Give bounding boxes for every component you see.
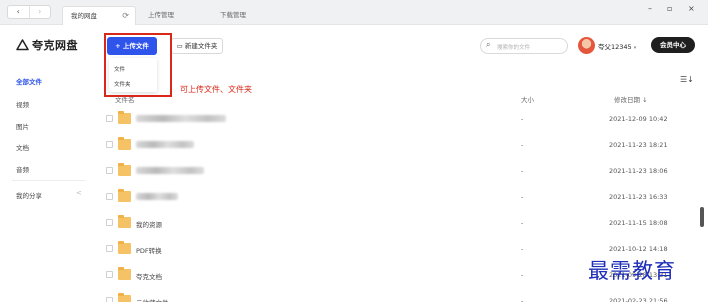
app-logo: 夸克网盘 (16, 37, 78, 53)
file-size: - (521, 245, 524, 253)
folder-icon (118, 241, 131, 254)
table-row[interactable]: - 2021-12-09 10:42 (104, 106, 698, 132)
row-checkbox[interactable] (106, 271, 113, 278)
watermark: 最需教育 (588, 259, 676, 283)
row-checkbox[interactable] (106, 193, 113, 200)
row-checkbox[interactable] (106, 115, 113, 122)
vip-center-button[interactable]: 会员中心 (651, 37, 695, 53)
folder-icon (118, 267, 131, 280)
row-checkbox[interactable] (106, 219, 113, 226)
tab-label: 上传管理 (148, 11, 174, 19)
title-bar: ‹ › 我的网盘 ⟳ 上传管理 下载管理 – ▫ × (0, 0, 708, 25)
tab-upload-manager[interactable]: 上传管理 (140, 6, 210, 25)
folder-outline-icon: ▭ (176, 42, 183, 50)
table-row[interactable]: 我的资源 - 2021-11-15 18:08 (104, 210, 698, 236)
username-text: 夸父12345 (598, 43, 632, 51)
file-modified-date: 2021-11-23 18:06 (609, 167, 668, 175)
new-folder-button[interactable]: ▭ 新建文件夹 (171, 38, 223, 54)
maximize-button[interactable]: ▫ (667, 4, 672, 13)
sort-icon[interactable]: ☰↓ (680, 75, 694, 84)
row-checkbox[interactable] (106, 141, 113, 148)
folder-icon (118, 189, 131, 202)
minimize-button[interactable]: – (648, 4, 652, 13)
new-folder-label: 新建文件夹 (184, 42, 218, 50)
file-name[interactable]: 我的资源 (136, 219, 162, 229)
column-header-date[interactable]: 修改日期 ↓ (614, 94, 648, 104)
file-modified-date: 2021-12-09 10:42 (609, 115, 668, 123)
cloud-logo-icon (16, 39, 29, 51)
annotation-highlight-box (104, 33, 172, 97)
table-row[interactable]: - 2021-11-23 18:06 (104, 158, 698, 184)
app-name: 夸克网盘 (32, 39, 78, 52)
sort-arrow-icon: ↓ (642, 96, 648, 104)
column-header-name[interactable]: 文件名 (115, 94, 135, 104)
search-placeholder: 搜索你的文件 (497, 45, 531, 51)
row-checkbox[interactable] (106, 245, 113, 252)
sidebar-item-all-files[interactable]: 全部文件 (16, 76, 42, 86)
sidebar-item-images[interactable]: 图片 (16, 121, 29, 131)
search-box[interactable]: ⌕ 搜索你的文件 (480, 38, 568, 54)
chevron-down-icon: ▾ (633, 45, 637, 51)
file-modified-date: 2021-11-15 18:08 (609, 219, 668, 227)
tab-download-manager[interactable]: 下载管理 (212, 6, 286, 25)
sidebar-item-my-shares[interactable]: 我的分享 (16, 190, 42, 200)
sidebar-item-audio[interactable]: 音频 (16, 164, 29, 174)
file-modified-date: 2021-10-12 14:18 (609, 245, 668, 253)
avatar[interactable] (578, 37, 595, 54)
sidebar-divider (12, 180, 86, 181)
table-row[interactable]: 云收藏文件 - 2021-02-23 21:56 (104, 288, 698, 302)
file-size: - (521, 219, 524, 227)
table-row[interactable]: - 2021-11-23 18:21 (104, 132, 698, 158)
annotation-text: 可上传文件、文件夹 (180, 85, 252, 94)
blurred-file-name (136, 115, 226, 122)
table-row[interactable]: - 2021-11-23 16:33 (104, 184, 698, 210)
file-name[interactable]: 夸克文档 (136, 271, 162, 281)
blurred-file-name (136, 167, 204, 174)
tab-label: 下载管理 (220, 11, 246, 19)
tab-my-drive[interactable]: 我的网盘 ⟳ (62, 6, 136, 25)
column-header-date-label: 修改日期 (614, 96, 640, 104)
close-button[interactable]: × (688, 4, 695, 13)
username[interactable]: 夸父12345 ▾ (598, 41, 636, 51)
column-header-size[interactable]: 大小 (521, 94, 534, 104)
file-modified-date: 2021-11-23 16:33 (609, 193, 668, 201)
refresh-icon[interactable]: ⟳ (122, 7, 129, 25)
file-size: - (521, 167, 524, 175)
file-size: - (521, 297, 524, 302)
file-name[interactable]: PDF转换 (136, 245, 162, 255)
row-checkbox[interactable] (106, 297, 113, 302)
file-modified-date: 2021-02-23 21:56 (609, 297, 668, 302)
file-modified-date: 2021-11-23 18:21 (609, 141, 668, 149)
folder-icon (118, 215, 131, 228)
back-button[interactable]: ‹ (8, 6, 29, 18)
folder-icon (118, 111, 131, 124)
scrollbar[interactable] (700, 207, 704, 227)
search-icon: ⌕ (486, 40, 491, 49)
folder-icon (118, 163, 131, 176)
file-size: - (521, 193, 524, 201)
sidebar-item-documents[interactable]: 文档 (16, 142, 29, 152)
tab-label: 我的网盘 (71, 12, 97, 20)
file-size: - (521, 115, 524, 123)
file-name[interactable]: 云收藏文件 (136, 297, 169, 302)
folder-icon (118, 137, 131, 150)
file-size: - (521, 141, 524, 149)
sidebar-item-video[interactable]: 视频 (16, 99, 29, 109)
blurred-file-name (136, 141, 194, 148)
file-size: - (521, 271, 524, 279)
forward-button[interactable]: › (28, 6, 51, 18)
history-nav: ‹ › (7, 5, 51, 19)
blurred-file-name (136, 193, 178, 200)
folder-icon (118, 293, 131, 302)
share-icon: < (76, 189, 82, 197)
row-checkbox[interactable] (106, 167, 113, 174)
